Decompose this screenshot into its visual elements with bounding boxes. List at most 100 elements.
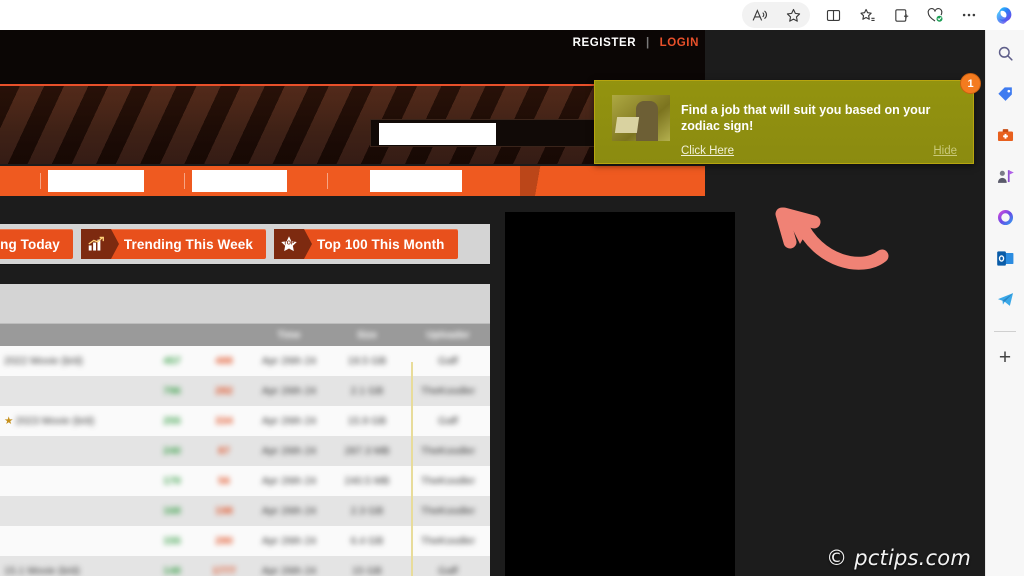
notification-title: Find a job that will suit you based on y… — [681, 103, 931, 133]
cell-name[interactable] — [0, 526, 146, 556]
table-row[interactable]: ★ 2023 Movie (b/d) 255 334 Apr 26th 24 15… — [0, 406, 490, 436]
cell-uploader[interactable]: TheKoodler — [406, 496, 490, 526]
cell-name[interactable] — [0, 496, 146, 526]
cell-uploader[interactable]: Gaff — [406, 406, 490, 436]
cell-seeders: 240 — [146, 436, 198, 466]
cell-size: 2.1 GB — [328, 376, 406, 406]
cell-leechers: 87 — [198, 436, 250, 466]
nav-item-3-redaction[interactable] — [370, 170, 462, 192]
col-header-size[interactable]: Size — [328, 324, 406, 346]
advertisement-placeholder[interactable] — [505, 212, 735, 576]
tab-label: Trending Today — [0, 236, 60, 252]
games-icon[interactable] — [990, 161, 1020, 191]
cell-uploader[interactable]: TheKoodler — [406, 466, 490, 496]
cell-leechers: 334 — [198, 406, 250, 436]
table-row[interactable]: 240 87 Apr 26th 24 287.3 MB TheKoodler — [0, 436, 490, 466]
nav-item-2-redaction[interactable] — [192, 170, 287, 192]
cell-time: Apr 26th 24 — [250, 466, 328, 496]
favorite-star-icon[interactable] — [776, 2, 810, 28]
login-link[interactable]: LOGIN — [660, 37, 699, 49]
read-aloud-icon[interactable] — [742, 2, 776, 28]
sidebar-divider — [994, 331, 1016, 332]
top-star-icon: TOP — [273, 229, 312, 259]
tab-trending-today[interactable]: Trending Today — [0, 229, 73, 259]
col-header-time[interactable]: Time — [250, 324, 328, 346]
nav-divider — [40, 173, 41, 189]
copilot-icon[interactable] — [986, 2, 1022, 28]
pointer-arrow — [775, 207, 889, 270]
more-options-icon[interactable] — [952, 2, 986, 28]
table-body: 2022 Movie (b/d) 457 488 Apr 26th 24 19.… — [0, 346, 490, 576]
cell-uploader[interactable]: TheKoodler — [406, 436, 490, 466]
cell-name[interactable]: 2022 Movie (b/d) — [0, 346, 146, 376]
col-header-name[interactable] — [0, 324, 146, 346]
shopping-tag-icon[interactable] — [990, 79, 1020, 109]
cell-size: 19.5 GB — [328, 346, 406, 376]
outlook-icon[interactable] — [990, 243, 1020, 273]
cell-seeders: 796 — [146, 376, 198, 406]
sidebar-add-button[interactable]: + — [990, 342, 1020, 372]
search-input[interactable]: s.. — [370, 119, 606, 147]
browser-essentials-icon[interactable] — [918, 2, 952, 28]
torrent-table: Time Size Uploader 2022 Movie (b/d) 457 … — [0, 324, 490, 576]
collections-icon[interactable] — [884, 2, 918, 28]
table-row[interactable]: 2022 Movie (b/d) 457 488 Apr 26th 24 19.… — [0, 346, 490, 376]
notification-click-here-link[interactable]: Click Here — [681, 145, 734, 157]
table-row[interactable]: 155 280 Apr 26th 24 6.4 GB TheKoodler — [0, 526, 490, 556]
cell-uploader[interactable]: Gaff — [406, 556, 490, 576]
cell-time: Apr 26th 24 — [250, 496, 328, 526]
nav-item-1-redaction[interactable] — [48, 170, 144, 192]
cell-name[interactable] — [0, 466, 146, 496]
table-row[interactable]: 168 198 Apr 26th 24 2.3 GB TheKoodler — [0, 496, 490, 526]
favorites-list-icon[interactable] — [850, 2, 884, 28]
chart-icon — [80, 229, 119, 259]
page-viewport: REGISTER | LOGIN s.. Trending Today — [0, 30, 985, 576]
edge-sidebar: + — [985, 30, 1024, 576]
telegram-icon[interactable] — [990, 284, 1020, 314]
table-row[interactable]: 796 282 Apr 26th 24 2.1 GB TheKoodler — [0, 376, 490, 406]
col-header-leechers[interactable] — [198, 324, 250, 346]
cell-time: Apr 26th 24 — [250, 436, 328, 466]
auth-separator: | — [645, 37, 650, 49]
cell-size: 287.3 MB — [328, 436, 406, 466]
cell-uploader[interactable]: TheKoodler — [406, 376, 490, 406]
cell-seeders: 168 — [146, 496, 198, 526]
trending-tabs: Trending Today Trending This Week — [0, 224, 490, 264]
register-link[interactable]: REGISTER — [573, 37, 637, 49]
cell-name[interactable]: ★ 2023 Movie (b/d) — [0, 406, 146, 436]
cell-name[interactable]: 15.1 Movie (b/d) — [0, 556, 146, 576]
cell-size: 15.9 GB — [328, 406, 406, 436]
cell-uploader[interactable]: Gaff — [406, 346, 490, 376]
panel-toolbar — [0, 284, 490, 324]
cell-time: Apr 26th 24 — [250, 346, 328, 376]
col-header-seeders[interactable] — [146, 324, 198, 346]
tab-top-100-this-month[interactable]: TOP Top 100 This Month — [273, 229, 458, 259]
tools-briefcase-icon[interactable] — [990, 120, 1020, 150]
cell-uploader[interactable]: TheKoodler — [406, 526, 490, 556]
cell-size: 15 GB — [328, 556, 406, 576]
notification-hide-link[interactable]: Hide — [933, 145, 957, 157]
cell-seeders: 148 — [146, 556, 198, 576]
search-icon[interactable] — [990, 38, 1020, 68]
table-header-row: Time Size Uploader — [0, 324, 490, 346]
notification-badge: 1 — [960, 73, 981, 94]
notification-popup[interactable]: 1 Find a job that will suit you based on… — [594, 73, 981, 164]
cell-leechers: 488 — [198, 346, 250, 376]
table-row[interactable]: 170 56 Apr 26th 24 240.5 MB TheKoodler — [0, 466, 490, 496]
tab-label: Top 100 This Month — [316, 236, 445, 252]
cell-size: 2.3 GB — [328, 496, 406, 526]
toolbar-pill-group — [742, 2, 810, 28]
browser-toolbar-actions — [742, 2, 1024, 28]
column-divider-line — [411, 362, 413, 576]
tab-label: Trending This Week — [123, 236, 253, 252]
torrent-list-panel: Time Size Uploader 2022 Movie (b/d) 457 … — [0, 284, 490, 576]
tab-trending-this-week[interactable]: Trending This Week — [80, 229, 266, 259]
cell-name[interactable] — [0, 436, 146, 466]
col-header-uploader[interactable]: Uploader — [406, 324, 490, 346]
cell-name[interactable] — [0, 376, 146, 406]
cell-size: 6.4 GB — [328, 526, 406, 556]
split-screen-icon[interactable] — [816, 2, 850, 28]
cell-leechers: 280 — [198, 526, 250, 556]
table-row[interactable]: 15.1 Movie (b/d) 148 1777 Apr 26th 24 15… — [0, 556, 490, 576]
microsoft-365-icon[interactable] — [990, 202, 1020, 232]
